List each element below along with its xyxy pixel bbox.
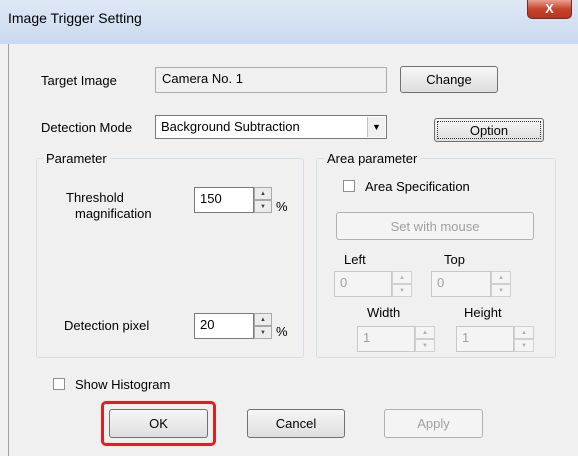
height-label: Height xyxy=(464,305,502,320)
spin-down-icon[interactable]: ▼ xyxy=(514,339,534,352)
area-specification-checkbox[interactable] xyxy=(343,180,355,192)
show-histogram-checkbox[interactable] xyxy=(53,378,65,390)
option-button[interactable]: Option xyxy=(434,118,544,142)
threshold-unit: % xyxy=(276,199,288,214)
threshold-label-line1: Threshold xyxy=(66,190,124,205)
left-label: Left xyxy=(344,252,366,267)
apply-button[interactable]: Apply xyxy=(384,409,483,438)
left-spinner[interactable]: ▲ ▼ xyxy=(392,271,412,297)
spin-up-icon[interactable]: ▲ xyxy=(514,326,534,339)
spin-down-icon[interactable]: ▼ xyxy=(491,284,511,297)
width-spinner[interactable]: ▲ ▼ xyxy=(415,326,435,352)
chevron-down-icon[interactable]: ▼ xyxy=(367,117,385,137)
spin-up-icon[interactable]: ▲ xyxy=(415,326,435,339)
spin-up-icon[interactable]: ▲ xyxy=(254,187,272,200)
spin-down-icon[interactable]: ▼ xyxy=(415,339,435,352)
spin-up-icon[interactable]: ▲ xyxy=(491,271,511,284)
detection-pixel-label: Detection pixel xyxy=(64,318,150,333)
height-spinner[interactable]: ▲ ▼ xyxy=(514,326,534,352)
ok-button[interactable]: OK xyxy=(109,409,208,438)
spin-down-icon[interactable]: ▼ xyxy=(254,200,272,213)
top-label: Top xyxy=(444,252,465,267)
area-specification-label: Area Specification xyxy=(365,179,470,194)
detection-pixel-input[interactable]: 20 xyxy=(194,313,254,339)
detection-mode-select[interactable]: Background Subtraction ▼ xyxy=(155,115,387,139)
show-histogram-label: Show Histogram xyxy=(75,377,171,392)
threshold-label-line2: magnification xyxy=(75,206,152,221)
cancel-button[interactable]: Cancel xyxy=(247,409,345,438)
spin-up-icon[interactable]: ▲ xyxy=(254,313,272,326)
detection-pixel-unit: % xyxy=(276,324,288,339)
target-image-field: Camera No. 1 xyxy=(155,67,387,93)
parameter-group-label: Parameter xyxy=(43,151,110,166)
width-label: Width xyxy=(367,305,401,320)
set-with-mouse-button[interactable]: Set with mouse xyxy=(336,212,534,240)
target-image-label: Target Image xyxy=(41,73,117,88)
threshold-input[interactable]: 150 xyxy=(194,187,254,213)
detection-mode-label: Detection Mode xyxy=(41,120,133,135)
threshold-spinner[interactable]: ▲ ▼ xyxy=(254,187,272,213)
detection-pixel-spinner[interactable]: ▲ ▼ xyxy=(254,313,272,339)
close-button[interactable]: X xyxy=(527,0,572,19)
top-spinner[interactable]: ▲ ▼ xyxy=(491,271,511,297)
detection-mode-value: Background Subtraction xyxy=(161,119,300,134)
height-input[interactable]: 1 xyxy=(456,326,514,352)
area-parameter-group-label: Area parameter xyxy=(324,151,421,166)
left-input[interactable]: 0 xyxy=(334,271,392,297)
window-title: Image Trigger Setting xyxy=(8,10,142,26)
width-input[interactable]: 1 xyxy=(357,326,415,352)
spin-up-icon[interactable]: ▲ xyxy=(392,271,412,284)
change-button[interactable]: Change xyxy=(400,66,498,93)
spin-down-icon[interactable]: ▼ xyxy=(392,284,412,297)
top-input[interactable]: 0 xyxy=(431,271,491,297)
spin-down-icon[interactable]: ▼ xyxy=(254,326,272,339)
